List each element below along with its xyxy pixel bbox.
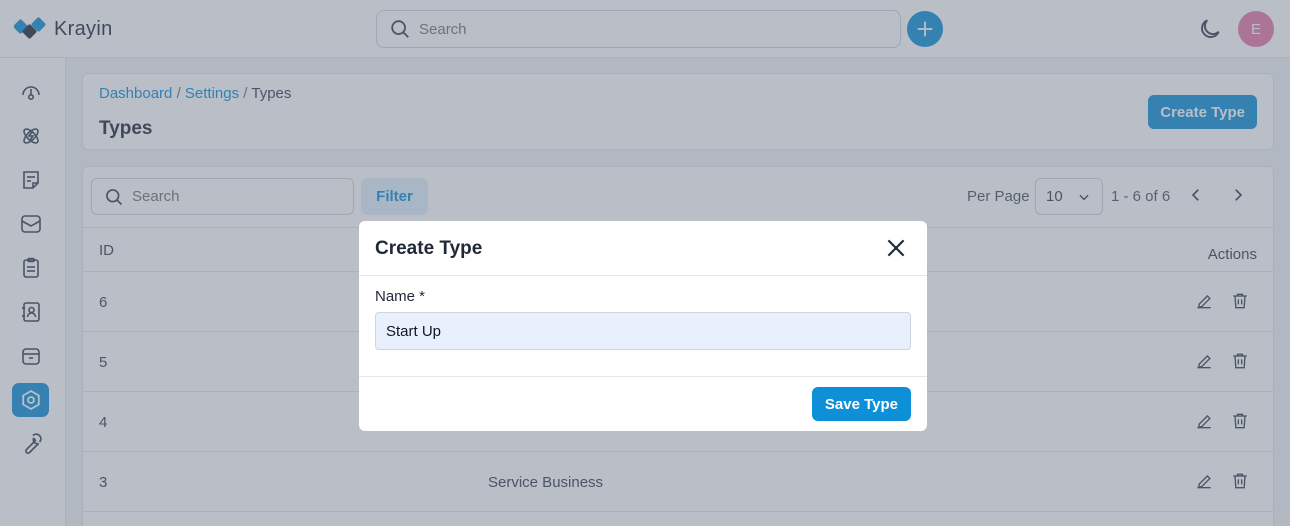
create-type-modal: Create Type Name * Save Type	[359, 221, 927, 431]
name-field[interactable]	[375, 312, 911, 350]
modal-title: Create Type	[375, 238, 483, 259]
modal-footer: Save Type	[359, 376, 927, 431]
name-field-label: Name *	[375, 288, 426, 305]
close-icon[interactable]	[883, 235, 909, 261]
modal-header: Create Type	[359, 221, 927, 276]
save-type-button[interactable]: Save Type	[811, 387, 911, 421]
